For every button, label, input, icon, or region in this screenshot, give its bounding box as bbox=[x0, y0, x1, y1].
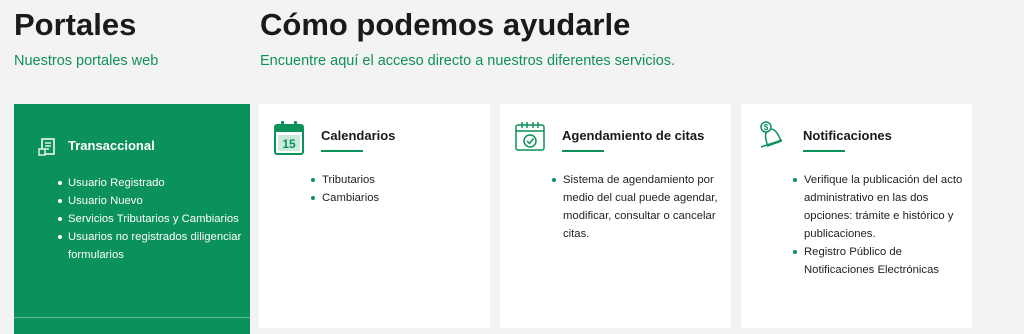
card-agendamiento[interactable]: Agendamiento de citas Sistema de agendam… bbox=[500, 104, 731, 328]
svg-text:$: $ bbox=[764, 123, 769, 132]
card-links: Sistema de agendamiento por medio del cu… bbox=[550, 171, 726, 243]
card-title[interactable]: Calendarios bbox=[321, 128, 395, 143]
svg-text:15: 15 bbox=[282, 137, 296, 151]
title-underline bbox=[321, 150, 363, 152]
transaccional-title[interactable]: Transaccional bbox=[68, 138, 155, 153]
document-form-icon bbox=[38, 137, 58, 162]
link-servicios-tributarios[interactable]: Servicios Tributarios y Cambiarios bbox=[56, 210, 246, 228]
link-registro-publico[interactable]: Registro Público de Notificaciones Elect… bbox=[791, 243, 967, 279]
card-title[interactable]: Notificaciones bbox=[803, 128, 892, 143]
ayuda-subtitle: Encuentre aquí el acceso directo a nuest… bbox=[260, 53, 676, 69]
transaccional-links: Usuario Registrado Usuario Nuevo Servici… bbox=[56, 174, 246, 264]
bell-icon: $ bbox=[755, 120, 787, 157]
panel-divider bbox=[14, 317, 250, 318]
card-links: Verifique la publicación del acto admini… bbox=[791, 171, 967, 279]
card-links: Tributarios Cambiarios bbox=[309, 171, 485, 207]
link-usuario-registrado[interactable]: Usuario Registrado bbox=[56, 174, 246, 192]
calendar-check-icon bbox=[514, 120, 546, 157]
card-calendarios[interactable]: 15 Calendarios Tributarios Cambiarios bbox=[259, 104, 490, 328]
calendar-15-icon: 15 bbox=[273, 120, 305, 161]
portales-title: Portales bbox=[14, 7, 137, 42]
portales-subtitle: Nuestros portales web bbox=[14, 53, 159, 69]
link-verifique-publicacion[interactable]: Verifique la publicación del acto admini… bbox=[791, 171, 967, 243]
agendamiento-description[interactable]: Sistema de agendamiento por medio del cu… bbox=[550, 171, 726, 243]
card-notificaciones[interactable]: $ Notificaciones Verifique la publicació… bbox=[741, 104, 972, 328]
link-usuario-nuevo[interactable]: Usuario Nuevo bbox=[56, 192, 246, 210]
card-title[interactable]: Agendamiento de citas bbox=[562, 128, 704, 143]
ayuda-title: Cómo podemos ayudarle bbox=[260, 7, 631, 42]
link-tributarios[interactable]: Tributarios bbox=[309, 171, 485, 189]
title-underline bbox=[562, 150, 604, 152]
link-cambiarios[interactable]: Cambiarios bbox=[309, 189, 485, 207]
transaccional-panel[interactable]: Transaccional Usuario Registrado Usuario… bbox=[14, 104, 250, 334]
link-usuarios-no-registrados[interactable]: Usuarios no registrados diligenciar form… bbox=[56, 228, 246, 264]
title-underline bbox=[803, 150, 845, 152]
